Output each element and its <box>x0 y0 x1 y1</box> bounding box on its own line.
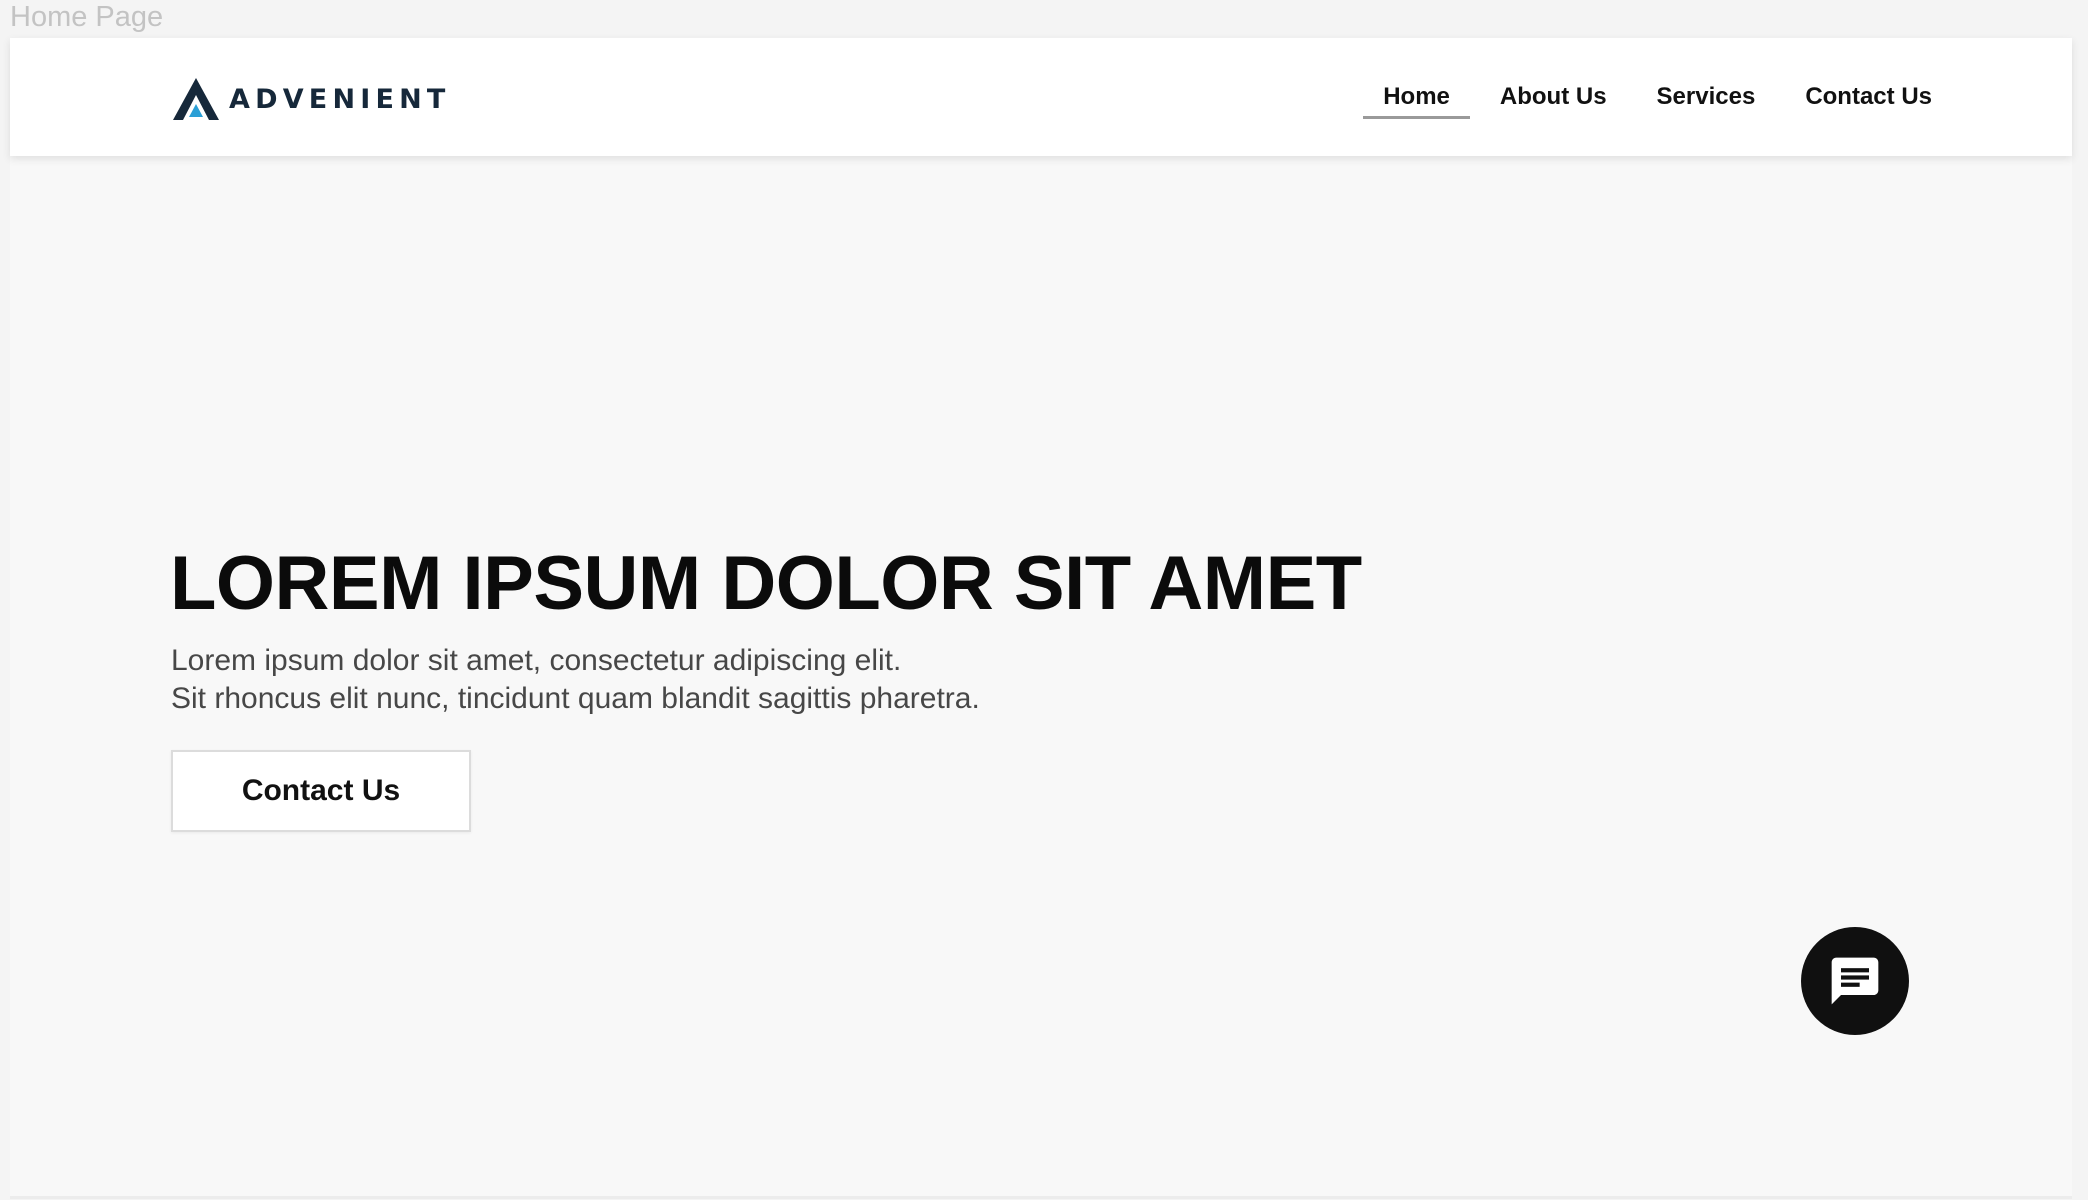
site-header: ADVENIENT Home About Us Services Contact… <box>10 38 2072 156</box>
frame-label: Home Page <box>10 1 164 33</box>
hero-subtitle: Lorem ipsum dolor sit amet, consectetur … <box>171 642 980 718</box>
logo-mark-icon <box>173 78 219 120</box>
chat-button[interactable] <box>1801 927 1909 1035</box>
nav-contact-us[interactable]: Contact Us <box>1805 38 1932 156</box>
chat-message-icon <box>1831 957 1879 1005</box>
hero-title: LOREM IPSUM DOLOR SIT AMET <box>170 541 1362 626</box>
contact-us-button[interactable]: Contact Us <box>171 750 471 832</box>
main-nav: Home About Us Services Contact Us <box>1333 38 1932 156</box>
brand-logo[interactable]: ADVENIENT <box>173 77 451 121</box>
nav-about-us[interactable]: About Us <box>1500 38 1607 156</box>
home-page: ADVENIENT Home About Us Services Contact… <box>10 38 2072 1199</box>
hero-subtitle-line-1: Lorem ipsum dolor sit amet, consectetur … <box>171 644 902 677</box>
logo-text: ADVENIENT <box>229 83 451 115</box>
hero-subtitle-line-2: Sit rhoncus elit nunc, tincidunt quam bl… <box>171 682 980 715</box>
nav-home[interactable]: Home <box>1363 38 1470 156</box>
nav-services[interactable]: Services <box>1657 38 1756 156</box>
